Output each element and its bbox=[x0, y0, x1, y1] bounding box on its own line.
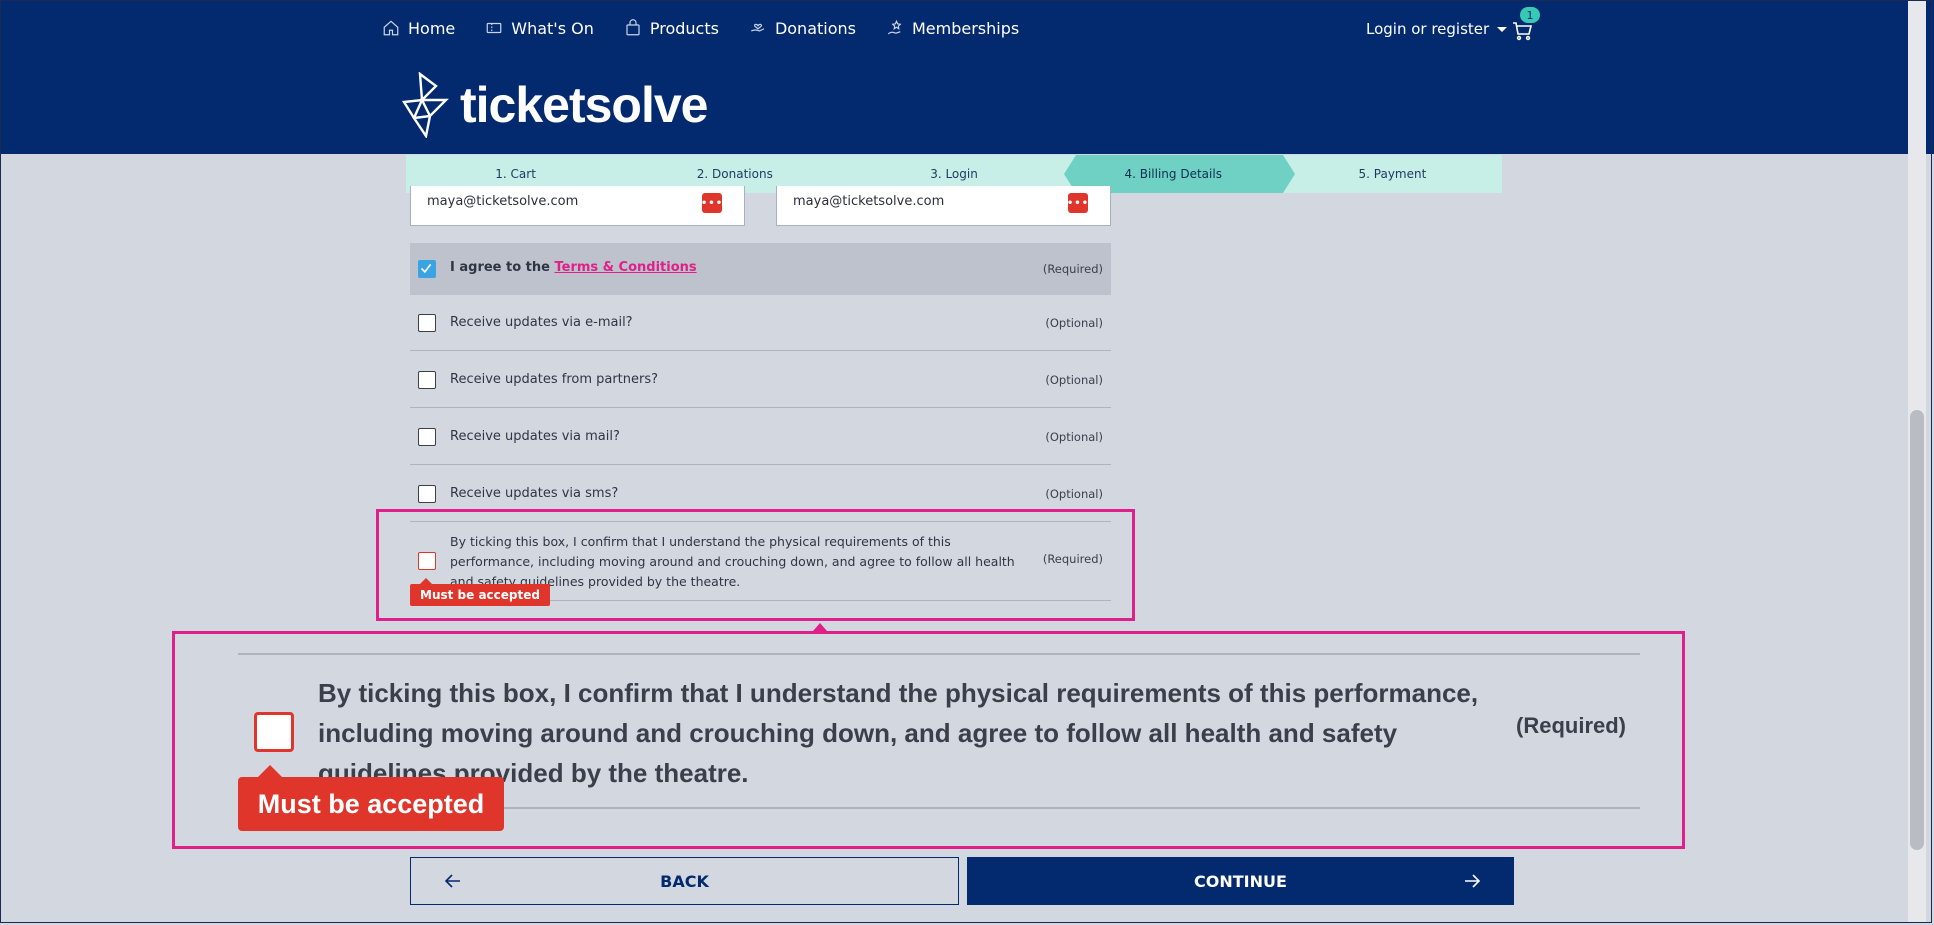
main-nav: Home What's On Products Donations Member… bbox=[382, 16, 1049, 40]
optional-tag: (Optional) bbox=[1045, 373, 1103, 387]
zoomed-checkbox[interactable] bbox=[254, 712, 294, 752]
terms-checkbox[interactable] bbox=[418, 260, 436, 278]
checkmark-icon bbox=[420, 263, 432, 274]
ticketsolve-logo[interactable]: ticketsolve bbox=[400, 72, 708, 138]
nav-whats-on-label: What's On bbox=[511, 18, 594, 38]
option-label: Receive updates via e-mail? bbox=[450, 315, 633, 330]
list-item: Receive updates via mail? (Optional) bbox=[410, 409, 1111, 465]
terms-prefix: I agree to the bbox=[450, 260, 555, 275]
email-value: maya@ticketsolve.com bbox=[427, 194, 579, 209]
required-tag: (Required) bbox=[1042, 262, 1103, 276]
continue-label: CONTINUE bbox=[1194, 871, 1287, 891]
required-tag: (Required) bbox=[1042, 552, 1103, 566]
email-field[interactable]: maya@ticketsolve.com ••• bbox=[410, 186, 745, 226]
step-payment[interactable]: 5. Payment bbox=[1282, 155, 1503, 193]
zoomed-error-tooltip: Must be accepted bbox=[238, 765, 504, 831]
option-label: Receive updates via mail? bbox=[450, 429, 620, 444]
list-item: Receive updates via e-mail? (Optional) bbox=[410, 295, 1111, 351]
nav-memberships[interactable]: Memberships bbox=[886, 16, 1019, 40]
logo-text: ticketsolve bbox=[460, 77, 708, 133]
password-manager-icon[interactable]: ••• bbox=[1067, 193, 1088, 213]
list-item: Receive updates from partners? (Optional… bbox=[410, 352, 1111, 408]
option-label: Receive updates from partners? bbox=[450, 372, 659, 387]
zoom-pointer bbox=[813, 623, 827, 631]
cart-count-badge: 1 bbox=[1520, 7, 1540, 23]
email-updates-checkbox[interactable] bbox=[418, 314, 436, 332]
home-icon bbox=[383, 20, 399, 36]
login-register-link[interactable]: Login or register bbox=[1366, 20, 1508, 38]
star-hand-icon bbox=[887, 19, 902, 35]
error-tooltip: Must be accepted bbox=[410, 578, 550, 606]
optional-tag: (Optional) bbox=[1045, 316, 1103, 330]
option-label: Receive updates via sms? bbox=[450, 486, 619, 501]
back-button[interactable]: BACK bbox=[410, 857, 959, 905]
nav-products-label: Products bbox=[649, 18, 719, 38]
terms-conditions-link[interactable]: Terms & Conditions bbox=[555, 260, 697, 275]
nav-home[interactable]: Home bbox=[382, 16, 455, 40]
confirm-email-field[interactable]: maya@ticketsolve.com ••• bbox=[776, 186, 1111, 226]
nav-memberships-label: Memberships bbox=[911, 18, 1020, 38]
scrollbar-thumb[interactable] bbox=[1910, 410, 1924, 850]
arrow-left-icon bbox=[444, 874, 460, 888]
hand-heart-icon bbox=[750, 23, 765, 32]
partner-updates-checkbox[interactable] bbox=[418, 371, 436, 389]
nav-donations[interactable]: Donations bbox=[749, 16, 856, 40]
login-label: Login or register bbox=[1366, 20, 1490, 38]
optional-tag: (Optional) bbox=[1045, 487, 1103, 501]
logo-mark-icon bbox=[401, 72, 449, 138]
nav-donations-label: Donations bbox=[774, 18, 856, 38]
continue-button[interactable]: CONTINUE bbox=[967, 857, 1514, 905]
nav-products[interactable]: Products bbox=[624, 16, 719, 40]
optional-tag: (Optional) bbox=[1045, 430, 1103, 444]
nav-home-label: Home bbox=[408, 18, 456, 38]
bag-icon bbox=[626, 19, 640, 36]
sms-updates-checkbox[interactable] bbox=[418, 485, 436, 503]
physical-requirements-checkbox[interactable] bbox=[418, 552, 436, 570]
confirm-email-value: maya@ticketsolve.com bbox=[793, 194, 945, 209]
back-label: BACK bbox=[660, 871, 709, 891]
terms-row: I agree to the Terms & Conditions (Requi… bbox=[410, 243, 1111, 295]
site-header: Home What's On Products Donations Member… bbox=[0, 0, 1934, 154]
nav-whats-on[interactable]: What's On bbox=[485, 16, 594, 40]
zoomed-required-tag: (Required) bbox=[1516, 713, 1626, 738]
chevron-down-icon bbox=[1497, 26, 1508, 32]
password-manager-icon[interactable]: ••• bbox=[701, 193, 722, 213]
ticket-icon bbox=[486, 22, 502, 34]
physical-requirements-text: By ticking this box, I confirm that I un… bbox=[450, 534, 1015, 589]
zoomed-requirements-text: By ticking this box, I confirm that I un… bbox=[318, 678, 1479, 788]
terms-label: I agree to the Terms & Conditions bbox=[450, 260, 697, 275]
arrow-right-icon bbox=[1465, 874, 1481, 888]
mail-updates-checkbox[interactable] bbox=[418, 428, 436, 446]
